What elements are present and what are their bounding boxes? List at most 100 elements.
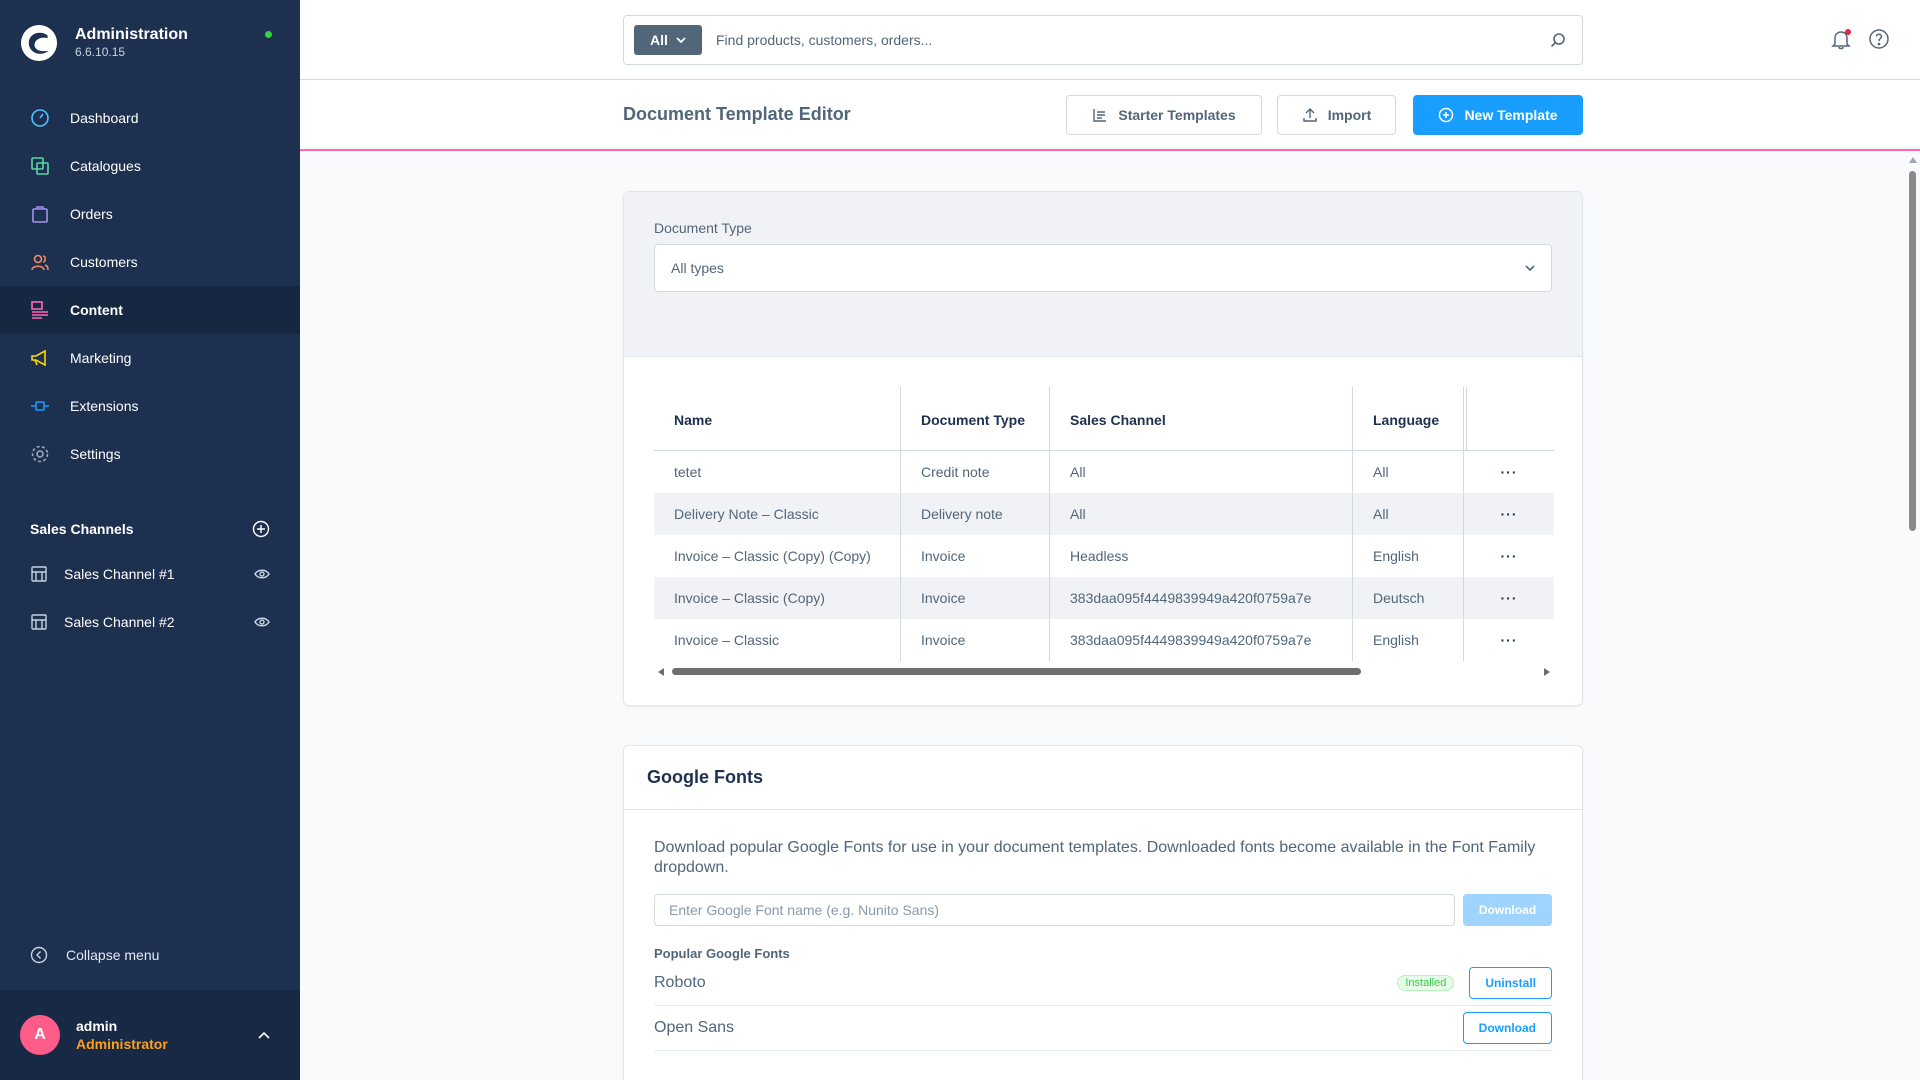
uninstall-font-button[interactable]: Uninstall [1469,967,1552,999]
vertical-scrollbar[interactable] [1905,153,1920,1080]
import-label: Import [1327,107,1372,123]
sidebar: Administration 6.6.10.15 Dashboard Catal… [0,0,300,1080]
add-sales-channel-icon[interactable] [252,520,270,538]
plug-icon [30,396,50,416]
cell-name: Invoice – Classic [654,619,901,661]
chevron-down-icon [1525,264,1535,271]
table-row[interactable]: Delivery Note – Classic Delivery note Al… [654,493,1554,535]
cell-language: Deutsch [1353,577,1464,619]
help-icon[interactable] [1868,28,1890,50]
cell-language: English [1353,619,1464,661]
sales-channel-item[interactable]: Sales Channel #1 [0,550,300,598]
brand[interactable]: Administration 6.6.10.15 [20,24,188,62]
user-role: Administrator [76,1036,168,1052]
chevron-left-circle-icon [30,946,48,964]
scroll-left-icon[interactable] [658,668,664,676]
top-icons [1830,28,1890,50]
popular-fonts-title: Popular Google Fonts [654,946,790,961]
sales-channel-item[interactable]: Sales Channel #2 [0,598,300,646]
plus-circle-icon [1439,107,1454,123]
document-type-label: Document Type [654,220,752,236]
gear-icon [30,444,50,464]
column-header-sales-channel[interactable]: Sales Channel [1050,387,1353,450]
sales-channel-list: Sales Channel #1 Sales Channel #2 [0,550,300,646]
nav-item-settings[interactable]: Settings [0,430,300,478]
column-header-language[interactable]: Language [1353,387,1464,450]
sales-channel-label: Sales Channel #2 [64,614,175,630]
cell-document-type: Delivery note [901,493,1050,535]
nav-item-orders[interactable]: Orders [0,190,300,238]
download-font-item-button[interactable]: Download [1462,1012,1552,1044]
nav-item-catalogues[interactable]: Catalogues [0,142,300,190]
eye-icon[interactable] [254,568,270,580]
cell-document-type: Invoice [901,535,1050,577]
nav-item-content[interactable]: Content [0,286,300,334]
horizontal-scrollbar[interactable] [654,664,1554,678]
nav-item-extensions[interactable]: Extensions [0,382,300,430]
storefront-icon [31,614,47,630]
column-header-document-type[interactable]: Document Type [901,387,1050,450]
font-name-input[interactable] [654,894,1455,926]
table-row[interactable]: Invoice – Classic (Copy) Invoice 383daa0… [654,577,1554,619]
starter-templates-label: Starter Templates [1118,107,1236,123]
nav-label: Orders [70,206,113,222]
chevron-up-icon[interactable] [258,1031,270,1039]
font-name: Roboto [654,974,706,991]
nav-label: Dashboard [70,110,139,126]
cell-sales-channel: 383daa095f4449839949a420f0759a7e [1050,619,1353,661]
column-header-name[interactable]: Name [654,387,901,450]
eye-icon[interactable] [254,616,270,628]
nav-item-customers[interactable]: Customers [0,238,300,286]
import-button[interactable]: Import [1277,95,1396,135]
user-menu[interactable]: A admin Administrator [0,990,300,1080]
document-type-select[interactable]: All types [654,244,1552,292]
cell-name: Delivery Note – Classic [654,493,901,535]
cell-language: English [1353,535,1464,577]
scroll-up-icon[interactable] [1909,157,1917,163]
scrollbar-thumb[interactable] [1909,171,1916,531]
app-title: Administration [75,26,188,43]
page-title: Document Template Editor [623,104,851,124]
google-fonts-title: Google Fonts [624,746,1582,810]
content-icon [30,300,50,320]
row-actions-icon[interactable]: ··· [1501,590,1518,606]
cell-sales-channel: 383daa095f4449839949a420f0759a7e [1050,577,1353,619]
search-icon[interactable] [1550,32,1566,48]
row-actions-icon[interactable]: ··· [1501,506,1518,522]
cell-language: All [1353,493,1464,535]
storefront-icon [31,566,47,582]
sales-channels-header: Sales Channels [30,520,270,538]
global-search: All [623,15,1583,65]
table-row[interactable]: Invoice – Classic Invoice 383daa095f4449… [654,619,1554,661]
column-header-actions [1466,387,1554,450]
collapse-menu-button[interactable]: Collapse menu [30,946,159,964]
templates-card: Document Type All types Name Document Ty… [623,191,1583,706]
row-actions-icon[interactable]: ··· [1501,632,1518,648]
table-row[interactable]: tetet Credit note All All ··· [654,451,1554,493]
nav-item-marketing[interactable]: Marketing [0,334,300,382]
new-template-button[interactable]: New Template [1413,95,1583,135]
download-font-button[interactable]: Download [1463,894,1552,926]
nav-item-dashboard[interactable]: Dashboard [0,94,300,142]
scroll-right-icon[interactable] [1544,668,1550,676]
status-badge: Installed [1397,975,1455,991]
nav-label: Catalogues [70,158,141,174]
cell-name: Invoice – Classic (Copy) [654,577,901,619]
cell-name: tetet [654,451,901,493]
row-actions-icon[interactable]: ··· [1501,464,1518,480]
collapse-menu-label: Collapse menu [66,947,160,963]
nav-label: Extensions [70,398,139,414]
bell-icon[interactable] [1830,28,1852,50]
scrollbar-thumb[interactable] [672,668,1361,675]
notification-dot [1845,29,1851,35]
search-type-select[interactable]: All [634,25,702,55]
table-row[interactable]: Invoice – Classic (Copy) (Copy) Invoice … [654,535,1554,577]
new-template-label: New Template [1464,107,1558,123]
row-actions-icon[interactable]: ··· [1501,548,1518,564]
search-input[interactable] [716,32,1550,48]
font-list-item: Open Sans Download [654,1006,1552,1051]
nav-label: Content [70,302,123,318]
templates-table: Name Document Type Sales Channel Languag… [654,387,1554,661]
document-type-value: All types [671,260,724,276]
starter-templates-button[interactable]: Starter Templates [1066,95,1262,135]
